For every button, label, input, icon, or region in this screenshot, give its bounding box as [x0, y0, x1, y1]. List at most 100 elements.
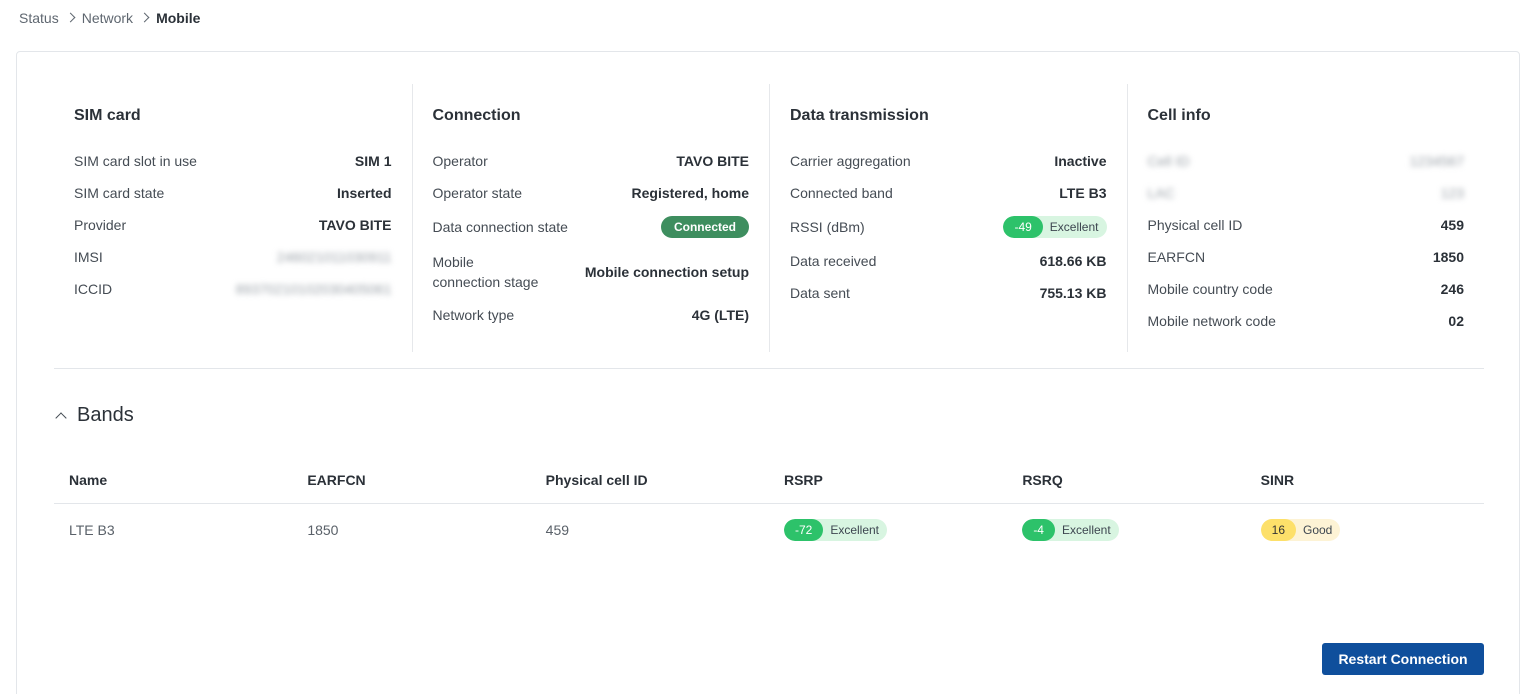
- sinr-signal-badge: 16 Good: [1260, 518, 1341, 541]
- row-value: 1850: [1432, 249, 1464, 265]
- chevron-up-icon[interactable]: [55, 411, 67, 424]
- column-header: RSRP: [768, 457, 1008, 504]
- row-label: Connected band: [790, 185, 893, 201]
- info-row: Data received 618.66 KB: [790, 245, 1107, 277]
- row-value: Inserted: [337, 185, 392, 201]
- iccid-value-blurred: 89370210102030405061: [235, 281, 392, 297]
- sinr-cell: 16 Good: [1246, 503, 1484, 556]
- signal-quality: Excellent: [1049, 220, 1099, 234]
- row-label: SIM card slot in use: [74, 153, 197, 169]
- info-row: Physical cell ID 459: [1148, 209, 1465, 241]
- info-row: Mobile country code 246: [1148, 273, 1465, 305]
- row-label: Mobile network code: [1147, 313, 1276, 329]
- rsrq-cell: -4 Excellent: [1007, 503, 1245, 556]
- row-value: 4G (LTE): [691, 307, 749, 323]
- column-header: SINR: [1245, 457, 1484, 504]
- row-label: Physical cell ID: [1147, 217, 1243, 233]
- info-row: Carrier aggregation Inactive: [790, 145, 1107, 177]
- column-header: Physical cell ID: [530, 457, 769, 504]
- breadcrumb-mobile: Mobile: [156, 10, 201, 26]
- row-value: Mobile connection setup: [584, 264, 749, 280]
- table-row: LTE B3 1850 459 -72 Excellent -4 Excellent…: [54, 503, 1484, 556]
- info-row: SIM card slot in use SIM 1: [74, 145, 392, 177]
- info-row: EARFCN 1850: [1148, 241, 1465, 273]
- signal-quality: Good: [1303, 522, 1333, 537]
- info-row: Data connection state Connected: [432, 209, 749, 245]
- row-label: Data sent: [790, 285, 850, 301]
- info-row: Connected band LTE B3: [790, 177, 1107, 209]
- signal-quality: Excellent: [1061, 522, 1111, 537]
- rssi-signal-badge: -49 Excellent: [1003, 216, 1107, 238]
- table-header-row: Name EARFCN Physical cell ID RSRP RSRQ S…: [54, 457, 1484, 504]
- lac-value-blurred: 123: [1440, 185, 1464, 201]
- row-label: Operator: [432, 153, 488, 169]
- info-row: Cell ID 1234567: [1148, 145, 1465, 177]
- info-row: Operator state Registered, home: [433, 177, 750, 209]
- row-value: TAVO BITE: [318, 217, 392, 233]
- connected-badge: Connected: [660, 216, 749, 238]
- bands-table: Name EARFCN Physical cell ID RSRP RSRQ S…: [54, 457, 1484, 556]
- lac-label-blurred: LAC: [1147, 185, 1175, 201]
- signal-value: -4: [1022, 518, 1055, 541]
- row-label: Carrier aggregation: [790, 153, 911, 169]
- cell-info-section: Cell info Cell ID 1234567 LAC 123 Physical…: [1126, 84, 1485, 352]
- info-row: ICCID 89370210102030405061: [74, 273, 392, 305]
- rsrp-signal-badge: -72 Excellent: [783, 518, 888, 541]
- data-transmission-section: Data transmission Carrier aggregation Ina…: [769, 84, 1127, 352]
- info-row: LAC 123: [1148, 177, 1465, 209]
- row-label: Data connection state: [432, 219, 568, 235]
- signal-value: -72: [783, 518, 824, 541]
- column-header: EARFCN: [292, 457, 531, 504]
- row-value: 02: [1448, 313, 1464, 329]
- sim-card-section: SIM card SIM card slot in use SIM 1 SIM c…: [54, 84, 412, 352]
- row-value: Registered, home: [631, 185, 749, 201]
- row-label: IMSI: [74, 249, 103, 265]
- signal-quality: Excellent: [830, 522, 880, 537]
- cell-id-value-blurred: 1234567: [1409, 153, 1464, 169]
- row-value: SIM 1: [354, 153, 392, 169]
- row-value: Inactive: [1054, 153, 1107, 169]
- row-value: TAVO BITE: [676, 153, 749, 169]
- row-label: Network type: [432, 307, 515, 323]
- cell-id-label-blurred: Cell ID: [1147, 153, 1190, 169]
- chevron-right-icon: [139, 12, 150, 22]
- bands-toggle[interactable]: Bands: [55, 404, 134, 427]
- row-label: RSSI (dBm): [790, 219, 865, 235]
- row-value: 755.13 KB: [1039, 285, 1107, 301]
- section-divider: [54, 368, 1484, 369]
- section-title: Data transmission: [790, 107, 929, 124]
- column-header: RSRQ: [1007, 457, 1246, 504]
- column-header: Name: [54, 457, 293, 504]
- info-row: Data sent 755.13 KB: [790, 277, 1107, 309]
- restart-connection-button[interactable]: Restart Connection: [1322, 643, 1484, 675]
- mobile-status-card: SIM card SIM card slot in use SIM 1 SIM c…: [16, 51, 1520, 694]
- info-row: Mobile network code 02: [1148, 305, 1465, 337]
- section-title: Connection: [432, 107, 521, 124]
- signal-value: 16: [1260, 518, 1296, 541]
- section-title: Cell info: [1147, 107, 1211, 124]
- rsrp-cell: -72 Excellent: [769, 503, 1007, 556]
- row-label: Operator state: [432, 185, 523, 201]
- connection-section: Connection Operator TAVO BITE Operator st…: [411, 84, 770, 352]
- info-row: IMSI 246021011030911: [74, 241, 392, 273]
- row-label: ICCID: [74, 281, 113, 297]
- info-row: RSSI (dBm) -49 Excellent: [790, 209, 1107, 245]
- band-name: LTE B3: [69, 521, 115, 538]
- row-label: Mobile country code: [1147, 281, 1273, 297]
- breadcrumb-network[interactable]: Network: [82, 10, 133, 26]
- info-row: Mobile connection stage Mobile connection…: [433, 245, 750, 299]
- row-label: SIM card state: [74, 185, 165, 201]
- info-grid: SIM card SIM card slot in use SIM 1 SIM c…: [54, 84, 1484, 352]
- row-label: Mobile connection stage: [432, 254, 539, 290]
- bands-title: Bands: [77, 404, 134, 426]
- info-row: SIM card state Inserted: [74, 177, 392, 209]
- info-row: Operator TAVO BITE: [433, 145, 750, 177]
- info-row: Network type 4G (LTE): [433, 299, 750, 331]
- chevron-right-icon: [65, 12, 76, 22]
- info-row: Provider TAVO BITE: [74, 209, 392, 241]
- signal-value: -49: [1003, 216, 1043, 238]
- row-value: LTE B3: [1059, 185, 1107, 201]
- breadcrumb-status[interactable]: Status: [19, 10, 59, 26]
- row-value: 459: [1440, 217, 1464, 233]
- section-title: SIM card: [74, 107, 141, 124]
